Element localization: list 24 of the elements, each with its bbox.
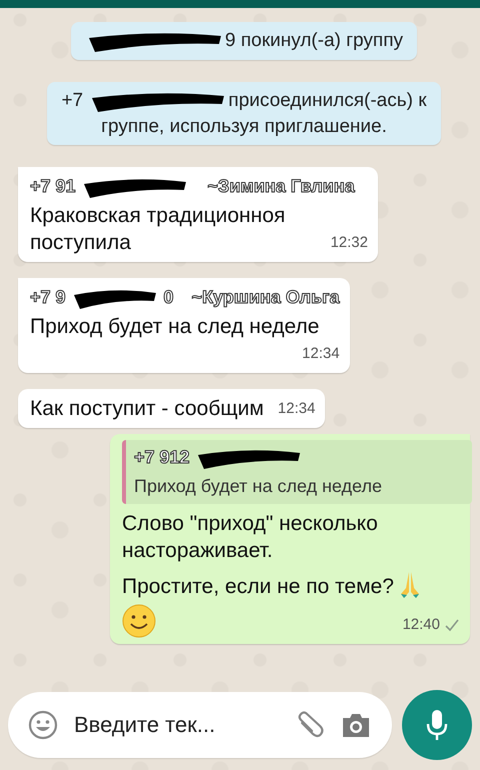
message-text: Приход будет на след неделе — [30, 314, 320, 340]
system-notice-text: присоединился(-ась) к — [228, 90, 427, 112]
system-notice-text: 9 покинул(-а) группу — [225, 30, 403, 52]
emoji-icon[interactable] — [28, 710, 58, 740]
quoted-sender-phone: +7 912 — [134, 446, 190, 469]
message-text: Простите, если не по теме? — [122, 574, 394, 600]
message-time: 12:32 — [330, 233, 368, 253]
camera-icon[interactable] — [340, 711, 372, 739]
system-notice-text: группе, используя приглашение. — [101, 116, 387, 137]
sender-phone: +7 91 — [30, 175, 76, 198]
message-time: 12:34 — [302, 344, 340, 364]
message-text: Краковская традиционноя поступила — [30, 203, 286, 256]
message-time: 12:40 — [402, 611, 460, 638]
sender-phone: +7 9 — [30, 286, 66, 309]
message-text: Слово "приход" несколько настораживает. — [122, 511, 379, 564]
message-time: 12:34 — [278, 399, 316, 419]
message-input-field[interactable]: Введите тек... — [72, 711, 280, 739]
sender-phone: 0 — [164, 286, 174, 309]
system-notice-text: +7 — [61, 90, 84, 112]
sender-name: ~Зимина Гвлина — [208, 175, 355, 198]
microphone-icon — [425, 708, 449, 742]
message-text: Как поступит - сообщим — [30, 396, 264, 422]
quoted-text: Приход будет на след неделе — [134, 475, 383, 498]
sender-name: ~Куршина Ольга — [192, 286, 340, 310]
